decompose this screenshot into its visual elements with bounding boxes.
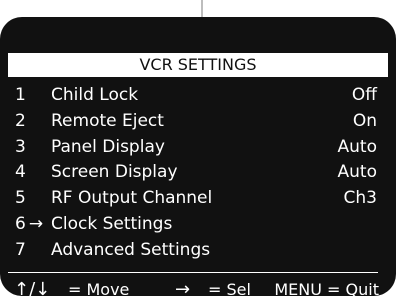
item-label: RF Output Channel [51, 188, 213, 209]
item-value: On [352, 110, 377, 131]
item-value: Ch3 [343, 188, 377, 209]
quit-hint: MENU = Quit [274, 280, 379, 299]
menu-item-panel-display[interactable]: 3 Panel Display Auto [0, 135, 396, 161]
item-value: Auto [337, 162, 377, 183]
item-number: 3 [15, 136, 26, 157]
up-down-arrow-icon: ↑/↓ [14, 279, 51, 300]
menu-item-clock-settings[interactable]: 6 → Clock Settings [0, 212, 396, 238]
item-value: Off [351, 85, 377, 105]
item-label: Screen Display [51, 162, 178, 183]
menu-title: VCR SETTINGS [8, 53, 388, 77]
right-arrow-icon: → [175, 279, 191, 300]
menu-item-screen-display[interactable]: 4 Screen Display Auto [0, 160, 396, 186]
item-label: Child Lock [51, 85, 139, 105]
menu-item-child-lock[interactable]: 1 Child Lock Off [0, 83, 396, 109]
osd-screen: VCR SETTINGS 1 Child Lock Off 2 Remote E… [0, 17, 396, 300]
menu-item-remote-eject[interactable]: 2 Remote Eject On [0, 109, 396, 135]
selection-arrow-icon: → [28, 213, 44, 234]
menu-item-advanced-settings[interactable]: 7 Advanced Settings [0, 238, 396, 264]
footer-divider [8, 272, 378, 273]
item-number: 7 [15, 239, 26, 260]
item-number: 1 [15, 85, 26, 105]
select-hint: = Sel [208, 280, 251, 299]
settings-menu: 1 Child Lock Off 2 Remote Eject On 3 Pan… [0, 83, 396, 264]
menu-item-rf-output-channel[interactable]: 5 RF Output Channel Ch3 [0, 186, 396, 212]
move-hint: = Move [68, 280, 130, 299]
item-value: Auto [337, 136, 377, 157]
item-number: 4 [15, 162, 26, 183]
item-label: Clock Settings [51, 213, 173, 234]
item-label: Advanced Settings [51, 239, 211, 260]
item-label: Panel Display [51, 136, 165, 157]
item-number: 2 [15, 110, 26, 131]
item-label: Remote Eject [51, 110, 164, 131]
item-number: 5 [15, 188, 26, 209]
help-footer: ↑/↓ = Move → = Sel MENU = Quit [0, 277, 396, 303]
